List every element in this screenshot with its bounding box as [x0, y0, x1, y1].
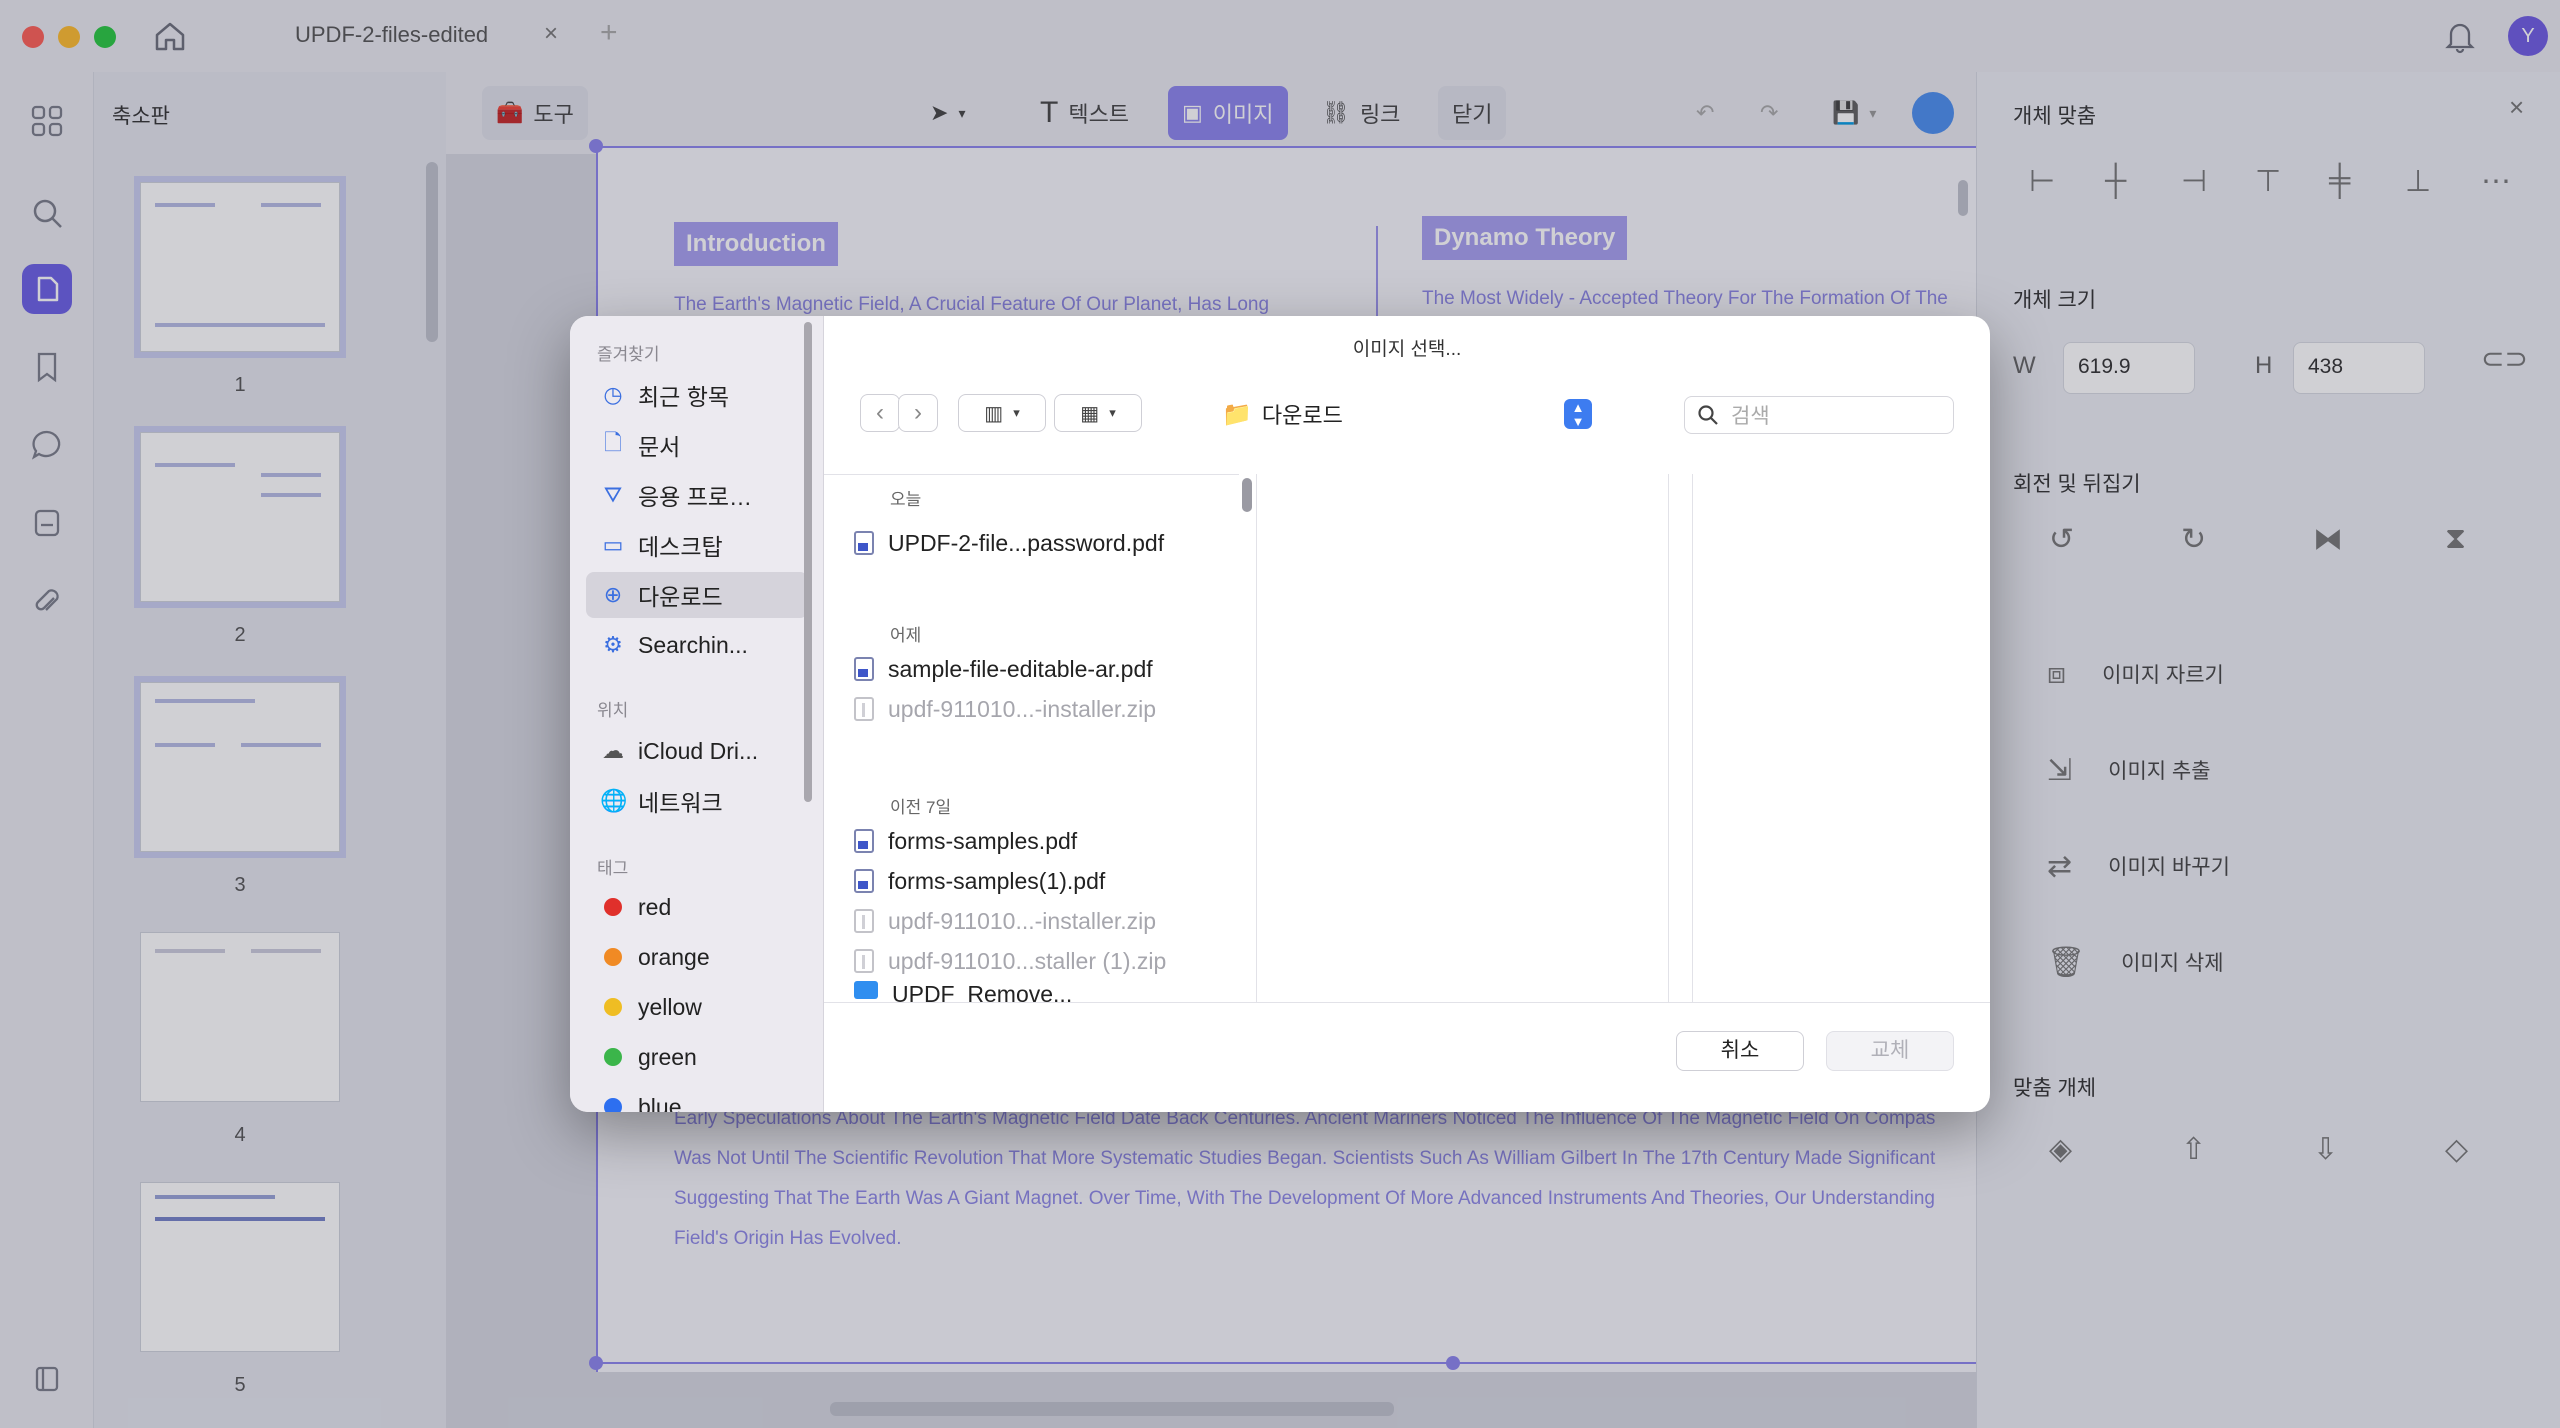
dialog-title: 이미지 선택...: [1352, 339, 1462, 360]
globe-icon: 🌐: [600, 788, 628, 813]
tag-red[interactable]: red: [586, 884, 808, 930]
column-separator[interactable]: [1692, 474, 1693, 1002]
tag-color-dot: [604, 898, 622, 916]
tag-label: yellow: [638, 993, 702, 1020]
group-heading: 이전 7일: [890, 798, 952, 817]
file-row[interactable]: sample-file-editable-ar.pdf: [854, 651, 1153, 687]
gear-icon: ⚙: [603, 632, 623, 657]
file-row: updf-911010...-installer.zip: [854, 691, 1156, 727]
tag-orange[interactable]: orange: [586, 934, 808, 980]
file-row[interactable]: UPDF-2-file...password.pdf: [854, 525, 1164, 561]
sidebar-item-label: 데스크탑: [638, 534, 723, 560]
tag-color-dot: [604, 1048, 622, 1066]
document-icon: 🗋: [604, 430, 622, 455]
file-row[interactable]: UPDF_Remove...: [854, 981, 1072, 1003]
folder-icon: [854, 981, 878, 999]
zip-file-icon: [854, 949, 874, 973]
column-view-button[interactable]: ▥ ▾: [958, 394, 1046, 432]
sidebar-item-desktop[interactable]: ▭ 데스크탑: [586, 522, 808, 568]
tags-heading: 태그: [597, 859, 629, 878]
locations-heading: 위치: [597, 701, 629, 720]
sidebar-item-label: Searchin...: [638, 631, 748, 658]
column-separator[interactable]: [1668, 474, 1669, 1002]
tag-label: red: [638, 893, 672, 920]
pdf-file-icon: [854, 531, 874, 555]
forward-button[interactable]: ›: [898, 394, 938, 432]
tag-blue[interactable]: blue: [586, 1084, 808, 1112]
file-name: sample-file-editable-ar.pdf: [888, 655, 1153, 682]
tag-label: orange: [638, 943, 710, 970]
column-separator[interactable]: [1256, 474, 1257, 1002]
file-list-scrollbar[interactable]: [1242, 478, 1252, 512]
dialog-footer: 취소 교체: [824, 1002, 1990, 1112]
file-name: forms-samples(1).pdf: [888, 867, 1106, 894]
group-view-button[interactable]: ▦ ▾: [1054, 394, 1142, 432]
pdf-file-icon: [854, 657, 874, 681]
file-row: updf-911010...-installer.zip: [854, 903, 1156, 939]
tag-color-dot: [604, 1098, 622, 1112]
sidebar-item-label: 응용 프로…: [638, 484, 753, 510]
updown-arrows-icon: ▲ ▼: [1564, 399, 1592, 429]
tag-color-dot: [604, 948, 622, 966]
tag-label: green: [638, 1043, 697, 1070]
sidebar-item-label: 최근 항목: [638, 384, 730, 410]
grid-icon: ▦: [1080, 402, 1100, 425]
file-list-column: 오늘 UPDF-2-file...password.pdf 어제 sample-…: [824, 474, 1239, 1003]
location-label: 다운로드: [1261, 403, 1343, 428]
favorites-heading: 즐겨찾기: [597, 345, 660, 364]
zip-file-icon: [854, 909, 874, 933]
tag-label: blue: [638, 1093, 682, 1113]
sidebar-item-applications[interactable]: ⛛ 응용 프로…: [586, 472, 808, 518]
tag-color-dot: [604, 998, 622, 1016]
folder-icon: 📁: [1222, 400, 1252, 428]
sidebar-item-label: iCloud Dri...: [638, 737, 759, 764]
columns-icon: ▥: [984, 402, 1004, 425]
chevron-down-icon: ▾: [1109, 405, 1116, 420]
file-row: updf-911010...staller (1).zip: [854, 943, 1166, 979]
file-name: updf-911010...-installer.zip: [888, 695, 1157, 722]
cloud-icon: ☁: [602, 738, 624, 763]
zip-file-icon: [854, 697, 874, 721]
tag-yellow[interactable]: yellow: [586, 984, 808, 1030]
tag-green[interactable]: green: [586, 1034, 808, 1080]
pdf-file-icon: [854, 829, 874, 853]
sidebar-item-label: 다운로드: [638, 584, 723, 610]
search-placeholder: 검색: [1731, 405, 1770, 428]
pdf-file-icon: [854, 869, 874, 893]
file-name: UPDF_Remove...: [892, 981, 1073, 1003]
file-picker-dialog: 즐겨찾기 ◷ 최근 항목 🗋 문서 ⛛ 응용 프로… ▭ 데스크탑 ⊕ 다운로드…: [570, 316, 1990, 1112]
chevron-down-icon: ▾: [1013, 405, 1020, 420]
file-name: forms-samples.pdf: [888, 827, 1078, 854]
applications-icon: ⛛: [603, 482, 623, 507]
dialog-sidebar: 즐겨찾기 ◷ 최근 항목 🗋 문서 ⛛ 응용 프로… ▭ 데스크탑 ⊕ 다운로드…: [570, 316, 824, 1112]
desktop-icon: ▭: [602, 532, 624, 557]
sidebar-scrollbar[interactable]: [804, 322, 812, 802]
sidebar-item-searching[interactable]: ⚙ Searchin...: [586, 622, 808, 668]
sidebar-item-network[interactable]: 🌐 네트워크: [586, 778, 808, 824]
search-icon: [1698, 405, 1718, 425]
file-row[interactable]: forms-samples.pdf: [854, 823, 1077, 859]
file-name: updf-911010...-installer.zip: [888, 907, 1157, 934]
cancel-button[interactable]: 취소: [1676, 1031, 1804, 1071]
back-button[interactable]: ‹: [860, 394, 900, 432]
sidebar-item-documents[interactable]: 🗋 문서: [586, 422, 808, 468]
sidebar-item-downloads[interactable]: ⊕ 다운로드: [586, 572, 808, 618]
sidebar-item-recents[interactable]: ◷ 최근 항목: [586, 372, 808, 418]
sidebar-item-label: 네트워크: [638, 790, 723, 816]
search-field[interactable]: 검색: [1684, 396, 1954, 434]
group-heading: 오늘: [890, 490, 922, 509]
sidebar-item-label: 문서: [638, 434, 681, 460]
download-icon: ⊕: [603, 582, 623, 607]
clock-icon: ◷: [603, 382, 623, 407]
file-name: updf-911010...staller (1).zip: [888, 947, 1167, 974]
sidebar-item-icloud[interactable]: ☁ iCloud Dri...: [586, 728, 808, 774]
file-row[interactable]: forms-samples(1).pdf: [854, 863, 1105, 899]
location-dropdown[interactable]: 📁 다운로드 ▲ ▼: [1222, 396, 1592, 432]
group-heading: 어제: [890, 626, 922, 645]
file-name: UPDF-2-file...password.pdf: [888, 529, 1165, 556]
replace-button[interactable]: 교체: [1826, 1031, 1954, 1071]
